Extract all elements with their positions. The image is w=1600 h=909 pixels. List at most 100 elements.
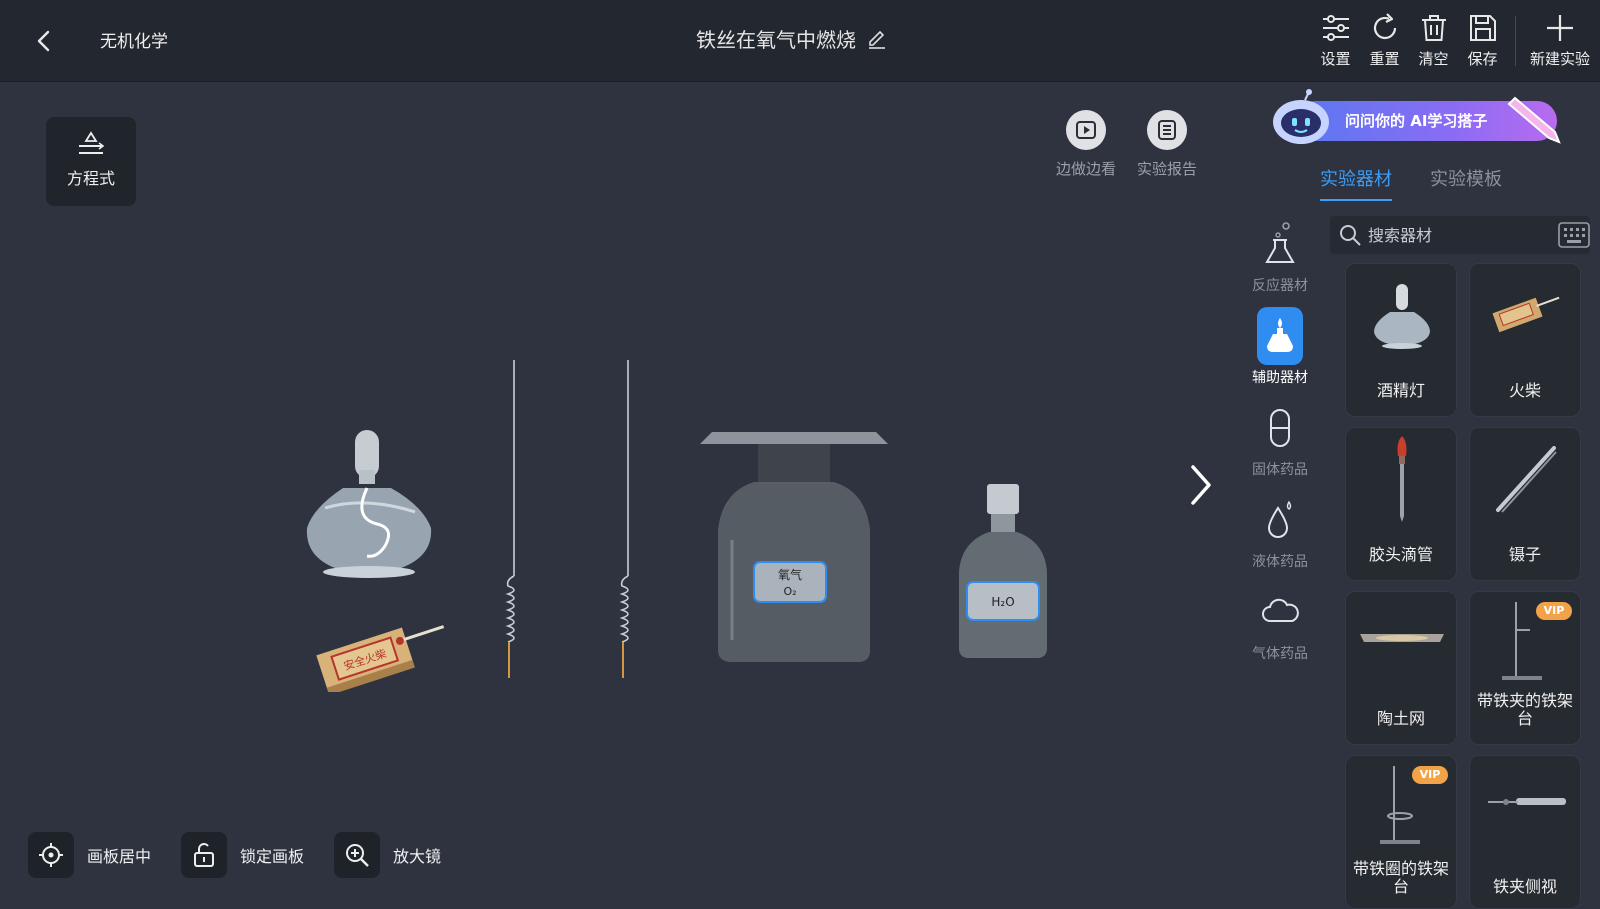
category-liquid-reagents[interactable]: 液体药品: [1240, 491, 1320, 583]
iron-stand-ring-icon: [1380, 766, 1420, 844]
equipment-name: 酒精灯: [1376, 381, 1425, 400]
alcohol-lamp-on-board[interactable]: [305, 428, 445, 588]
back-arrow-icon[interactable]: [28, 24, 60, 58]
equipment-name: 铁夹侧视: [1492, 877, 1557, 896]
lab-report-label: 实验报告: [1136, 160, 1197, 178]
iron-wire-right-on-board[interactable]: [614, 360, 642, 680]
experiment-title: 铁丝在氧气中燃烧: [696, 24, 888, 53]
equipment-card-iron-clamp-side[interactable]: 铁夹侧视: [1469, 755, 1581, 909]
category-label: 无机化学: [100, 32, 168, 52]
clay-gauze-icon: [1360, 634, 1444, 642]
iron-wire-left-on-board[interactable]: [500, 360, 528, 680]
ai-assistant-banner[interactable]: 问问你的 AI学习搭子: [1265, 88, 1565, 152]
reset-label: 重置: [1369, 50, 1400, 68]
robot-mascot-icon: [1273, 89, 1329, 144]
center-board-label: 画板居中: [87, 847, 152, 866]
water-bottle-on-board[interactable]: H₂O: [955, 482, 1051, 662]
magnifier-button[interactable]: 放大镜: [334, 832, 441, 878]
oxygen-label: 氧气: [778, 567, 802, 582]
lock-board-button[interactable]: 锁定画板: [181, 832, 304, 878]
save-button[interactable]: 保存: [1458, 12, 1507, 69]
pencil-decoration-icon: [1507, 96, 1561, 144]
save-label: 保存: [1467, 50, 1498, 68]
settings-label: 设置: [1320, 50, 1351, 68]
tab-equipment[interactable]: 实验器材: [1320, 165, 1392, 201]
equation-label: 方程式: [66, 169, 115, 188]
center-target-icon: [28, 832, 74, 878]
clear-button[interactable]: 清空: [1409, 12, 1458, 69]
oxygen-gas-bottle-on-board[interactable]: 氧气 O₂: [698, 430, 890, 670]
equipment-name: 镊子: [1508, 545, 1541, 564]
report-icon: [1147, 110, 1187, 150]
category-label: 固体药品: [1252, 462, 1308, 478]
magnifier-icon: [334, 832, 380, 878]
search-input[interactable]: [1368, 225, 1548, 245]
lab-report-button[interactable]: 实验报告: [1127, 110, 1207, 179]
lock-board-label: 锁定画板: [240, 847, 305, 866]
equipment-name: 带铁夹的铁架台: [1476, 691, 1573, 728]
center-board-button[interactable]: 画板居中: [28, 832, 151, 878]
clear-label: 清空: [1418, 50, 1449, 68]
category-auxiliary-equipment[interactable]: 辅助器材: [1240, 307, 1320, 399]
category-sidebar: 反应器材 辅助器材 固体药品 液体药品 气体药品: [1240, 215, 1320, 675]
equipment-search: [1330, 216, 1590, 254]
alcohol-lamp-icon: [1374, 284, 1430, 349]
unlock-icon: [181, 832, 227, 878]
equipment-name: 陶土网: [1376, 709, 1425, 728]
capsule-icon: [1257, 399, 1303, 457]
matchbox-on-board[interactable]: 安全火柴: [312, 612, 452, 692]
ai-banner-text: 问问你的 AI学习搭子: [1345, 112, 1488, 130]
tweezers-icon: [1496, 446, 1557, 513]
equipment-card-tweezers[interactable]: 镊子: [1469, 427, 1581, 581]
flask-icon: [1257, 215, 1303, 273]
magnifier-label: 放大镜: [393, 847, 442, 866]
save-icon: [1469, 15, 1496, 41]
equipment-name: 火柴: [1508, 381, 1541, 400]
equation-icon: [79, 131, 105, 154]
category-solid-reagents[interactable]: 固体药品: [1240, 399, 1320, 491]
play-icon: [1066, 110, 1106, 150]
keyboard-icon[interactable]: [1558, 220, 1590, 250]
cloud-icon: [1257, 583, 1303, 641]
equipment-card-matches[interactable]: 火柴: [1469, 263, 1581, 417]
experiment-title-text: 铁丝在氧气中燃烧: [696, 28, 856, 52]
category-label: 液体药品: [1252, 554, 1308, 570]
equipment-name: 带铁圈的铁架台: [1352, 859, 1449, 896]
water-formula: H₂O: [991, 595, 1014, 609]
equation-button[interactable]: 方程式: [46, 117, 136, 206]
category-gas-reagents[interactable]: 气体药品: [1240, 583, 1320, 675]
equipment-card-dropper[interactable]: 胶头滴管: [1345, 427, 1457, 581]
category-label: 辅助器材: [1252, 370, 1308, 386]
top-bar: 无机化学 铁丝在氧气中燃烧 设置 重置 清空 保存 新建实验: [0, 0, 1600, 82]
reset-button[interactable]: 重置: [1360, 12, 1409, 69]
chevron-right-icon[interactable]: [1185, 463, 1215, 507]
header-toolbar: 设置 重置 清空 保存 新建实验: [1311, 12, 1596, 69]
equipment-card-clay-gauze[interactable]: 陶土网: [1345, 591, 1457, 745]
plus-icon: [1547, 15, 1573, 41]
category-label: 反应器材: [1252, 278, 1308, 294]
settings-button[interactable]: 设置: [1311, 12, 1360, 69]
dropper-icon: [1397, 436, 1407, 522]
settings-sliders-icon: [1322, 15, 1349, 41]
tab-templates[interactable]: 实验模板: [1430, 165, 1502, 201]
toolbar-divider: [1515, 16, 1516, 66]
watch-while-doing-button[interactable]: 边做边看: [1046, 110, 1126, 179]
new-experiment-label: 新建实验: [1529, 50, 1590, 68]
edit-pencil-icon[interactable]: [866, 28, 888, 50]
droplet-icon: [1257, 491, 1303, 549]
oxygen-formula: O₂: [783, 585, 796, 598]
new-experiment-button[interactable]: 新建实验: [1524, 12, 1596, 69]
alcohol-lamp-icon: [1257, 307, 1303, 365]
equipment-card-iron-stand-clamp[interactable]: VIP 带铁夹的铁架台: [1469, 591, 1581, 745]
matchbox-icon: [1492, 296, 1560, 333]
iron-clamp-side-icon: [1488, 798, 1566, 805]
equipment-card-iron-stand-ring[interactable]: VIP 带铁圈的铁架台: [1345, 755, 1457, 909]
equipment-name: 胶头滴管: [1368, 545, 1433, 564]
category-reaction-equipment[interactable]: 反应器材: [1240, 215, 1320, 307]
reset-icon: [1373, 13, 1396, 40]
trash-icon: [1421, 15, 1446, 41]
panel-tabs: 实验器材 实验模板: [1320, 165, 1502, 201]
equipment-card-alcohol-lamp[interactable]: 酒精灯: [1345, 263, 1457, 417]
iron-stand-clamp-icon: [1502, 602, 1542, 680]
search-icon: [1340, 225, 1361, 246]
